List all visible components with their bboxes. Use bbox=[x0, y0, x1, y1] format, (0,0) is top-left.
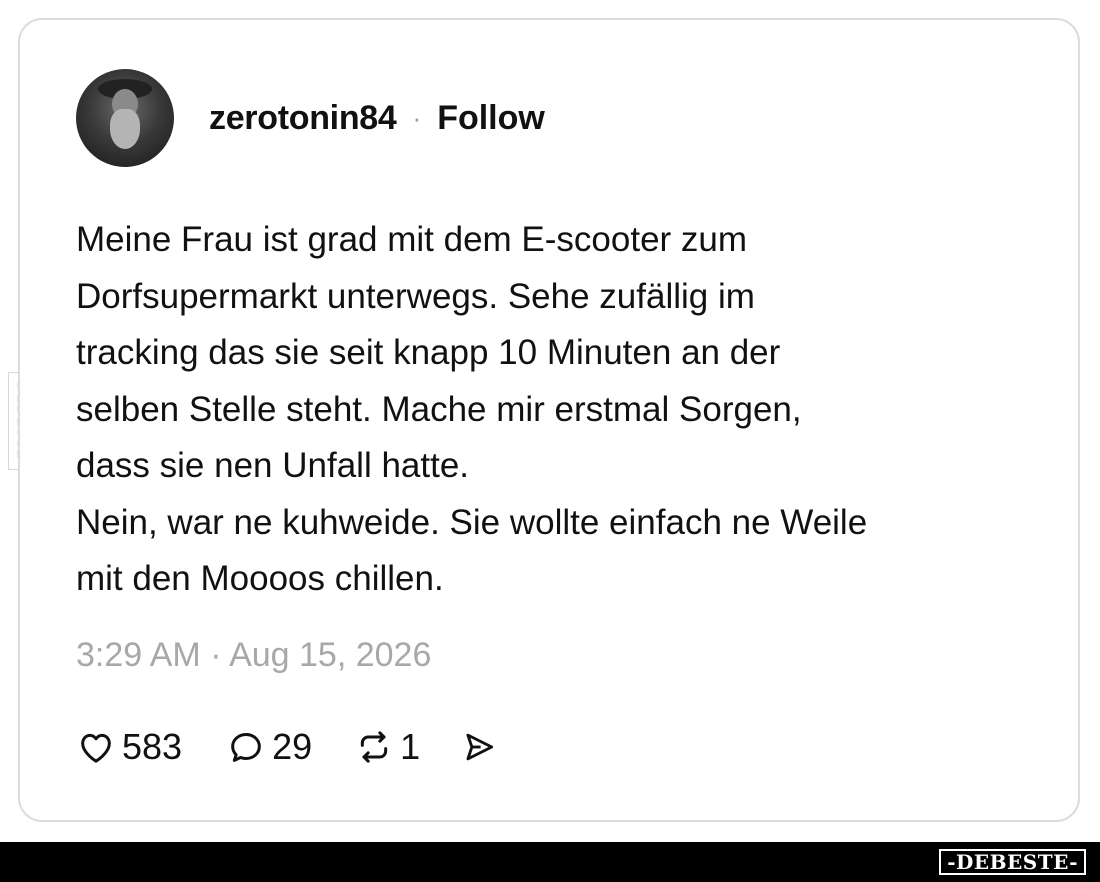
footer-watermark-logo: -DEBESTE- bbox=[939, 849, 1086, 875]
follow-button[interactable]: Follow bbox=[437, 99, 545, 138]
post-header: zerotonin84 · Follow bbox=[76, 68, 545, 168]
post-timestamp[interactable]: 3:29 AM · Aug 15, 2026 bbox=[76, 636, 431, 675]
header-separator: · bbox=[412, 102, 422, 133]
avatar[interactable] bbox=[76, 69, 174, 167]
page: DEBESTE zerotonin84 · Follow Meine Frau … bbox=[0, 0, 1100, 882]
repost-button[interactable]: 1 bbox=[354, 726, 420, 768]
footer-bar: -DEBESTE- bbox=[0, 842, 1100, 882]
like-button[interactable]: 583 bbox=[76, 726, 182, 768]
reply-button[interactable]: 29 bbox=[226, 726, 312, 768]
heart-icon bbox=[76, 727, 116, 767]
username-link[interactable]: zerotonin84 bbox=[209, 99, 397, 138]
post-card: zerotonin84 · Follow Meine Frau ist grad… bbox=[18, 18, 1080, 822]
share-button[interactable] bbox=[460, 728, 498, 766]
send-icon bbox=[460, 728, 498, 766]
speech-bubble-icon bbox=[226, 727, 266, 767]
reply-count: 29 bbox=[272, 726, 313, 767]
repost-arrows-icon bbox=[354, 727, 394, 767]
avatar-beard bbox=[110, 109, 140, 149]
repost-count: 1 bbox=[400, 726, 421, 767]
like-count: 583 bbox=[122, 726, 183, 767]
post-text: Meine Frau ist grad mit dem E-scooter zu… bbox=[76, 220, 868, 598]
action-bar: 583 29 1 bbox=[76, 722, 498, 772]
